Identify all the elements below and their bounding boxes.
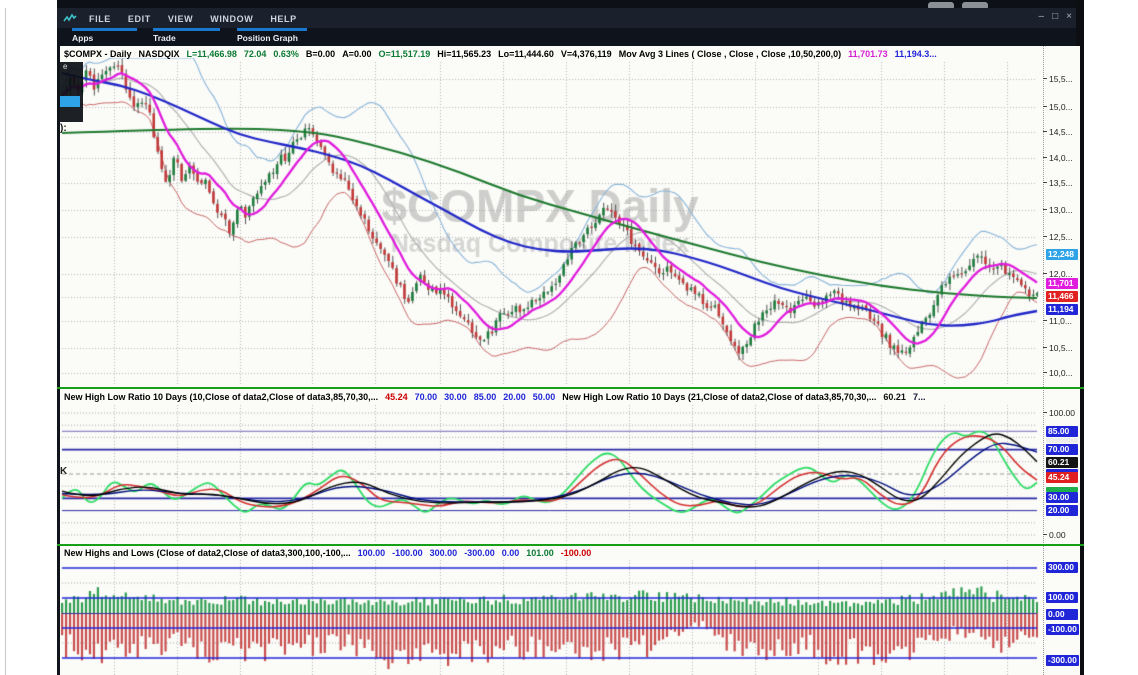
chart-area: $COMPX - Daily NASDQIX L=11,466.98 72.04 0.6… (57, 46, 1079, 675)
axis-value-chip: 30.00 (1046, 492, 1078, 503)
header-segment: 70.00 (415, 392, 438, 402)
header-segment: -100.00 (392, 548, 423, 558)
axis-value-chip: 85.00 (1046, 426, 1078, 437)
header-segment: 7... (913, 392, 926, 402)
axis-tick-label: 10,5... (1049, 343, 1073, 353)
page-background: FILE EDIT VIEW WINDOW HELP –□ × Apps Trade Posi… (0, 0, 1138, 675)
axis-tick-label: 15,0... (1049, 102, 1073, 112)
axis-value-chip: -100.00 (1046, 624, 1079, 635)
header-segment: 0.00 (502, 548, 520, 558)
axis-value-chip: -300.00 (1046, 655, 1079, 666)
axis-tick-label: 12,5... (1049, 232, 1073, 242)
menu-item-window[interactable]: WINDOW (210, 14, 253, 24)
close-button[interactable]: × (1066, 10, 1072, 24)
header-segment: 45.24 (385, 392, 408, 402)
cutoff-text: K (60, 466, 67, 477)
axis-value-chip: 11,194 (1046, 304, 1078, 315)
page-border-line (5, 8, 6, 675)
header-segment: O=11,517.19 (378, 49, 430, 59)
header-segment: 30.00 (444, 392, 467, 402)
header-segment: L=11,466.98 (187, 49, 237, 59)
axis-tick-label: 10,0... (1049, 368, 1073, 378)
app-window: FILE EDIT VIEW WINDOW HELP –□ × Apps Trade Posi… (57, 0, 1084, 675)
axis-chip-sliver (1046, 438, 1078, 443)
main-chart-header: $COMPX - Daily NASDQIX L=11,466.98 72.04 0.6… (64, 49, 1036, 59)
axis-tick-label: 100.00 (1049, 408, 1075, 418)
header-segment: NASDQIX (139, 49, 180, 59)
axis-value-chip: 300.00 (1046, 562, 1078, 573)
header-segment: 85.00 (474, 392, 497, 402)
header-segment: 100.00 (358, 548, 386, 558)
header-segment: New Highs and Lows (Close of data2,Close… (64, 548, 351, 558)
axis-tick-label: 14,0... (1049, 153, 1073, 163)
header-segment: 11,701.73 (848, 49, 888, 59)
axis-tick-label: 11,0... (1049, 316, 1072, 326)
menu-item-help[interactable]: HELP (270, 14, 296, 24)
cutoff-axis-chip (60, 96, 80, 107)
tab-bar: Apps Trade Position Graph (57, 28, 1084, 46)
header-segment: New High Low Ratio 10 Days (21,Close of … (562, 392, 876, 402)
header-segment: B=0.00 (306, 49, 335, 59)
tab-position-graph[interactable]: Position Graph (237, 28, 307, 48)
axis-value-chip: 70.00 (1046, 444, 1078, 455)
menu-item-edit[interactable]: EDIT (128, 14, 151, 24)
header-segment: 0.63% (273, 49, 299, 59)
axis-tick-label: 14,5... (1049, 127, 1073, 137)
header-segment: 20.00 (503, 392, 526, 402)
tab-trade[interactable]: Trade (153, 28, 220, 48)
menu-item-file[interactable]: FILE (89, 14, 111, 24)
header-segment: Hi=11,565.23 (437, 49, 491, 59)
header-segment: 72.04 (244, 49, 267, 59)
cutoff-panel-strip: e (60, 62, 83, 122)
header-segment: Mov Avg 3 Lines ( Close , Close , Close … (619, 49, 841, 59)
panel-separator (57, 387, 1084, 389)
restore-button[interactable]: □ (1052, 10, 1058, 24)
window-controls: –□ × (1039, 10, 1072, 24)
price-chart-canvas[interactable] (60, 46, 1040, 675)
panel-separator (57, 544, 1084, 546)
indicator-panel-header: New High Low Ratio 10 Days (10,Close of … (64, 392, 1036, 402)
window-top-strip (57, 0, 1084, 8)
minimize-button[interactable]: – (1039, 10, 1045, 24)
header-segment: Lo=11,444.60 (498, 49, 554, 59)
axis-value-chip: 60.21 (1046, 457, 1078, 468)
menu-item-view[interactable]: VIEW (168, 14, 193, 24)
axis-tick-label: 13,0... (1049, 205, 1073, 215)
app-logo-icon (63, 13, 77, 24)
header-segment: 50.00 (533, 392, 556, 402)
header-segment: 11,194.3... (895, 49, 937, 59)
price-axis[interactable]: 15,5... 15,0... 14,5... 14,0... 13,5... 13,0.… (1043, 46, 1080, 675)
axis-value-chip: 11,466 (1046, 291, 1078, 302)
header-segment: 101.00 (526, 548, 554, 558)
header-segment: $COMPX - Daily (64, 49, 132, 59)
header-segment: 60.21 (883, 392, 906, 402)
header-segment: 300.00 (430, 548, 458, 558)
histogram-panel-header: New Highs and Lows (Close of data2,Close… (64, 548, 1036, 558)
axis-value-chip: 12,248 (1046, 249, 1078, 260)
tab-apps[interactable]: Apps (72, 28, 137, 48)
menu-bar: FILE EDIT VIEW WINDOW HELP –□ × (57, 8, 1084, 28)
header-segment: -100.00 (561, 548, 592, 558)
header-segment: -300.00 (464, 548, 495, 558)
axis-tick-label: 15,5... (1049, 74, 1073, 84)
axis-tick-label: 0.00 (1049, 530, 1066, 540)
header-segment: New High Low Ratio 10 Days (10,Close of … (64, 392, 378, 402)
header-segment: A=0.00 (342, 49, 371, 59)
axis-value-chip: 45.24 (1046, 472, 1078, 483)
cutoff-text: ): (60, 123, 67, 134)
header-segment: V=4,376,119 (561, 49, 612, 59)
axis-value-chip: 100.00 (1046, 592, 1078, 603)
axis-tick-label: 13,5... (1049, 178, 1073, 188)
menu-items: FILE EDIT VIEW WINDOW HELP (89, 9, 314, 27)
axis-value-chip: 0.00 (1046, 609, 1078, 620)
axis-value-chip: 20.00 (1046, 505, 1078, 516)
axis-value-chip: 11,701 (1046, 278, 1078, 289)
